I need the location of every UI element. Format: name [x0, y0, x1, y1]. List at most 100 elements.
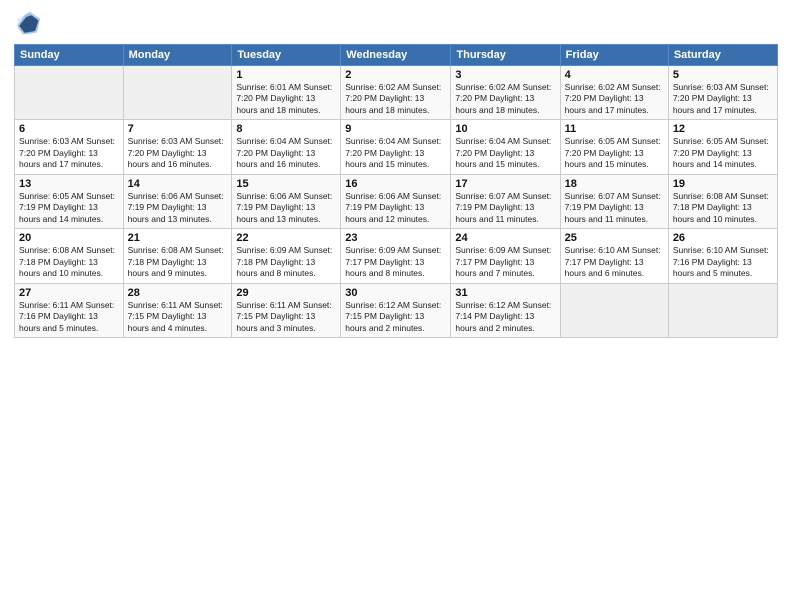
calendar-cell: 23Sunrise: 6:09 AM Sunset: 7:17 PM Dayli… [341, 229, 451, 283]
day-number: 19 [673, 178, 773, 190]
day-info: Sunrise: 6:08 AM Sunset: 7:18 PM Dayligh… [19, 245, 119, 279]
calendar-cell: 22Sunrise: 6:09 AM Sunset: 7:18 PM Dayli… [232, 229, 341, 283]
calendar-week-5: 27Sunrise: 6:11 AM Sunset: 7:16 PM Dayli… [15, 283, 778, 337]
day-info: Sunrise: 6:06 AM Sunset: 7:19 PM Dayligh… [345, 191, 446, 225]
day-number: 12 [673, 123, 773, 135]
day-info: Sunrise: 6:03 AM Sunset: 7:20 PM Dayligh… [19, 136, 119, 170]
calendar-cell: 16Sunrise: 6:06 AM Sunset: 7:19 PM Dayli… [341, 174, 451, 228]
day-number: 31 [455, 287, 555, 299]
page: SundayMondayTuesdayWednesdayThursdayFrid… [0, 0, 792, 612]
day-number: 14 [128, 178, 228, 190]
day-info: Sunrise: 6:03 AM Sunset: 7:20 PM Dayligh… [673, 82, 773, 116]
day-number: 9 [345, 123, 446, 135]
day-info: Sunrise: 6:04 AM Sunset: 7:20 PM Dayligh… [455, 136, 555, 170]
day-number: 11 [565, 123, 664, 135]
day-number: 20 [19, 232, 119, 244]
day-info: Sunrise: 6:09 AM Sunset: 7:17 PM Dayligh… [455, 245, 555, 279]
day-number: 13 [19, 178, 119, 190]
calendar-cell: 20Sunrise: 6:08 AM Sunset: 7:18 PM Dayli… [15, 229, 124, 283]
weekday-header-sunday: Sunday [15, 45, 124, 66]
day-info: Sunrise: 6:04 AM Sunset: 7:20 PM Dayligh… [345, 136, 446, 170]
day-number: 18 [565, 178, 664, 190]
calendar-cell [560, 283, 668, 337]
calendar-week-2: 6Sunrise: 6:03 AM Sunset: 7:20 PM Daylig… [15, 120, 778, 174]
calendar-cell: 21Sunrise: 6:08 AM Sunset: 7:18 PM Dayli… [123, 229, 232, 283]
day-number: 26 [673, 232, 773, 244]
calendar-cell: 19Sunrise: 6:08 AM Sunset: 7:18 PM Dayli… [668, 174, 777, 228]
day-number: 5 [673, 69, 773, 81]
calendar-cell: 15Sunrise: 6:06 AM Sunset: 7:19 PM Dayli… [232, 174, 341, 228]
day-info: Sunrise: 6:10 AM Sunset: 7:17 PM Dayligh… [565, 245, 664, 279]
day-info: Sunrise: 6:08 AM Sunset: 7:18 PM Dayligh… [128, 245, 228, 279]
calendar-cell: 7Sunrise: 6:03 AM Sunset: 7:20 PM Daylig… [123, 120, 232, 174]
calendar-cell: 10Sunrise: 6:04 AM Sunset: 7:20 PM Dayli… [451, 120, 560, 174]
day-number: 2 [345, 69, 446, 81]
weekday-header-friday: Friday [560, 45, 668, 66]
day-number: 23 [345, 232, 446, 244]
day-info: Sunrise: 6:02 AM Sunset: 7:20 PM Dayligh… [455, 82, 555, 116]
calendar-cell: 12Sunrise: 6:05 AM Sunset: 7:20 PM Dayli… [668, 120, 777, 174]
day-info: Sunrise: 6:11 AM Sunset: 7:16 PM Dayligh… [19, 300, 119, 334]
calendar-cell: 3Sunrise: 6:02 AM Sunset: 7:20 PM Daylig… [451, 66, 560, 120]
day-info: Sunrise: 6:09 AM Sunset: 7:18 PM Dayligh… [236, 245, 336, 279]
day-number: 30 [345, 287, 446, 299]
day-number: 16 [345, 178, 446, 190]
day-info: Sunrise: 6:11 AM Sunset: 7:15 PM Dayligh… [128, 300, 228, 334]
calendar-cell: 5Sunrise: 6:03 AM Sunset: 7:20 PM Daylig… [668, 66, 777, 120]
day-number: 1 [236, 69, 336, 81]
calendar-week-3: 13Sunrise: 6:05 AM Sunset: 7:19 PM Dayli… [15, 174, 778, 228]
calendar-cell: 31Sunrise: 6:12 AM Sunset: 7:14 PM Dayli… [451, 283, 560, 337]
calendar-table: SundayMondayTuesdayWednesdayThursdayFrid… [14, 44, 778, 338]
day-info: Sunrise: 6:02 AM Sunset: 7:20 PM Dayligh… [345, 82, 446, 116]
day-number: 17 [455, 178, 555, 190]
weekday-header-saturday: Saturday [668, 45, 777, 66]
logo-icon [14, 10, 42, 38]
day-number: 4 [565, 69, 664, 81]
day-number: 28 [128, 287, 228, 299]
day-number: 3 [455, 69, 555, 81]
day-number: 27 [19, 287, 119, 299]
day-number: 21 [128, 232, 228, 244]
day-number: 6 [19, 123, 119, 135]
day-number: 7 [128, 123, 228, 135]
day-info: Sunrise: 6:10 AM Sunset: 7:16 PM Dayligh… [673, 245, 773, 279]
calendar-cell: 17Sunrise: 6:07 AM Sunset: 7:19 PM Dayli… [451, 174, 560, 228]
calendar-cell [15, 66, 124, 120]
day-info: Sunrise: 6:08 AM Sunset: 7:18 PM Dayligh… [673, 191, 773, 225]
weekday-header-thursday: Thursday [451, 45, 560, 66]
day-info: Sunrise: 6:12 AM Sunset: 7:15 PM Dayligh… [345, 300, 446, 334]
day-info: Sunrise: 6:02 AM Sunset: 7:20 PM Dayligh… [565, 82, 664, 116]
calendar-cell: 25Sunrise: 6:10 AM Sunset: 7:17 PM Dayli… [560, 229, 668, 283]
day-info: Sunrise: 6:07 AM Sunset: 7:19 PM Dayligh… [565, 191, 664, 225]
calendar-week-1: 1Sunrise: 6:01 AM Sunset: 7:20 PM Daylig… [15, 66, 778, 120]
logo [14, 10, 46, 38]
header [14, 10, 778, 38]
calendar-cell [123, 66, 232, 120]
calendar-cell: 29Sunrise: 6:11 AM Sunset: 7:15 PM Dayli… [232, 283, 341, 337]
day-number: 10 [455, 123, 555, 135]
day-number: 15 [236, 178, 336, 190]
calendar-cell: 4Sunrise: 6:02 AM Sunset: 7:20 PM Daylig… [560, 66, 668, 120]
calendar-cell: 24Sunrise: 6:09 AM Sunset: 7:17 PM Dayli… [451, 229, 560, 283]
day-info: Sunrise: 6:11 AM Sunset: 7:15 PM Dayligh… [236, 300, 336, 334]
day-info: Sunrise: 6:05 AM Sunset: 7:20 PM Dayligh… [673, 136, 773, 170]
day-number: 8 [236, 123, 336, 135]
day-info: Sunrise: 6:01 AM Sunset: 7:20 PM Dayligh… [236, 82, 336, 116]
day-info: Sunrise: 6:12 AM Sunset: 7:14 PM Dayligh… [455, 300, 555, 334]
calendar-cell: 8Sunrise: 6:04 AM Sunset: 7:20 PM Daylig… [232, 120, 341, 174]
calendar-week-4: 20Sunrise: 6:08 AM Sunset: 7:18 PM Dayli… [15, 229, 778, 283]
day-number: 29 [236, 287, 336, 299]
day-info: Sunrise: 6:09 AM Sunset: 7:17 PM Dayligh… [345, 245, 446, 279]
calendar-cell: 11Sunrise: 6:05 AM Sunset: 7:20 PM Dayli… [560, 120, 668, 174]
day-number: 25 [565, 232, 664, 244]
calendar-cell: 9Sunrise: 6:04 AM Sunset: 7:20 PM Daylig… [341, 120, 451, 174]
day-info: Sunrise: 6:05 AM Sunset: 7:19 PM Dayligh… [19, 191, 119, 225]
weekday-header-monday: Monday [123, 45, 232, 66]
day-info: Sunrise: 6:03 AM Sunset: 7:20 PM Dayligh… [128, 136, 228, 170]
calendar-cell: 28Sunrise: 6:11 AM Sunset: 7:15 PM Dayli… [123, 283, 232, 337]
day-info: Sunrise: 6:06 AM Sunset: 7:19 PM Dayligh… [236, 191, 336, 225]
day-info: Sunrise: 6:07 AM Sunset: 7:19 PM Dayligh… [455, 191, 555, 225]
calendar-cell: 27Sunrise: 6:11 AM Sunset: 7:16 PM Dayli… [15, 283, 124, 337]
weekday-header-tuesday: Tuesday [232, 45, 341, 66]
calendar-cell: 1Sunrise: 6:01 AM Sunset: 7:20 PM Daylig… [232, 66, 341, 120]
